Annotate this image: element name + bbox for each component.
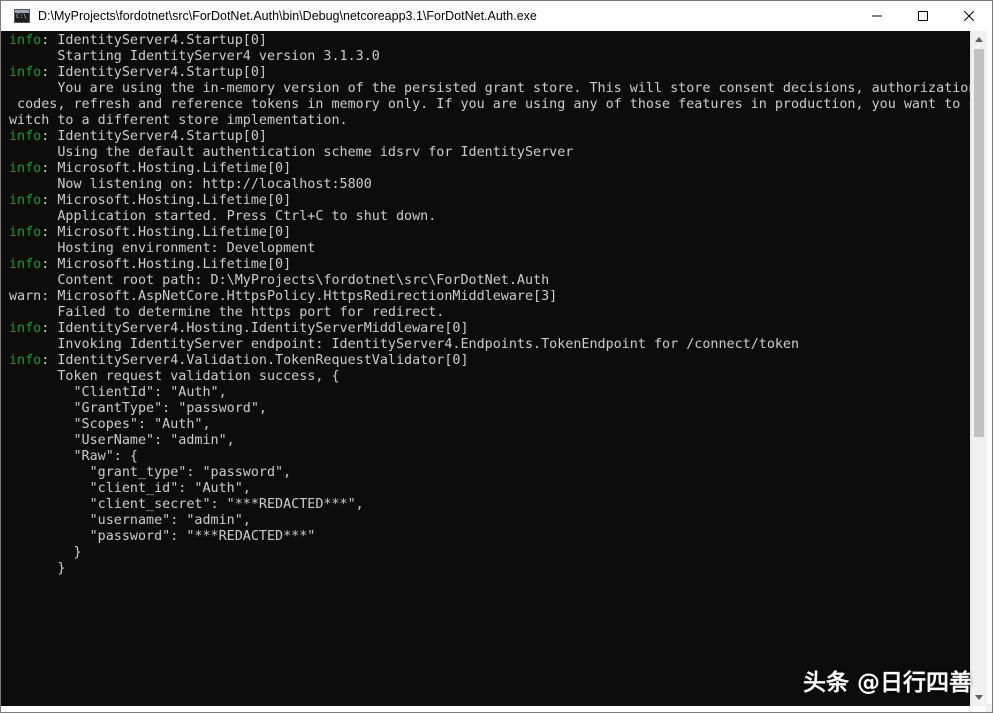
- log-message: "client_secret": "***REDACTED***",: [9, 497, 364, 512]
- log-message: }: [9, 561, 66, 576]
- scroll-up-button[interactable]: [971, 31, 987, 48]
- log-message: : IdentityServer4.Startup[0]: [41, 33, 267, 48]
- log-message: witch to a different store implementatio…: [9, 113, 348, 128]
- title-bar[interactable]: D:\MyProjects\fordotnet\src\ForDotNet.Au…: [1, 1, 992, 31]
- log-message: You are using the in-memory version of t…: [9, 81, 970, 96]
- console-line: Content root path: D:\MyProjects\fordotn…: [9, 273, 970, 289]
- window-title: D:\MyProjects\fordotnet\src\ForDotNet.Au…: [38, 9, 537, 23]
- console-output[interactable]: info: IdentityServer4.Startup[0] Startin…: [1, 31, 970, 706]
- log-message: Invoking IdentityServer endpoint: Identi…: [9, 337, 800, 352]
- console-line: info: Microsoft.Hosting.Lifetime[0]: [9, 193, 970, 209]
- close-button[interactable]: [946, 1, 992, 31]
- log-message: Application started. Press Ctrl+C to shu…: [9, 209, 437, 224]
- console-line: info: Microsoft.Hosting.Lifetime[0]: [9, 257, 970, 273]
- log-message: "client_id": "Auth",: [9, 481, 251, 496]
- log-message: Hosting environment: Development: [9, 241, 316, 256]
- console-line: codes, refresh and reference tokens in m…: [9, 97, 970, 113]
- console-line: info: IdentityServer4.Startup[0]: [9, 33, 970, 49]
- console-line: Hosting environment: Development: [9, 241, 970, 257]
- resize-grip[interactable]: [985, 704, 992, 712]
- console-line: "Scopes": "Auth",: [9, 417, 970, 433]
- log-level-label: info: [9, 257, 42, 272]
- minimize-button[interactable]: [854, 1, 900, 31]
- log-message: "Scopes": "Auth",: [9, 417, 211, 432]
- console-line: info: IdentityServer4.Hosting.IdentitySe…: [9, 321, 970, 337]
- log-level-label: info: [9, 161, 42, 176]
- console-line: info: Microsoft.Hosting.Lifetime[0]: [9, 225, 970, 241]
- chevron-down-icon: [975, 695, 983, 700]
- log-message: : IdentityServer4.Validation.TokenReques…: [41, 353, 469, 368]
- log-level-label: info: [9, 353, 42, 368]
- log-message: Failed to determine the https port for r…: [9, 305, 445, 320]
- console-line: "Raw": {: [9, 449, 970, 465]
- log-message: "password": "***REDACTED***": [9, 529, 316, 544]
- console-line: "password": "***REDACTED***": [9, 529, 970, 545]
- log-message: Now listening on: http://localhost:5800: [9, 177, 372, 192]
- console-line: warn: Microsoft.AspNetCore.HttpsPolicy.H…: [9, 289, 970, 305]
- close-icon: [964, 11, 974, 21]
- log-message: "UserName": "admin",: [9, 433, 235, 448]
- log-message: : Microsoft.Hosting.Lifetime[0]: [41, 257, 292, 272]
- log-level-label: info: [9, 321, 42, 336]
- console-line: "GrantType": "password",: [9, 401, 970, 417]
- log-message: codes, refresh and reference tokens in m…: [9, 97, 970, 112]
- console-line: "ClientId": "Auth",: [9, 385, 970, 401]
- console-line: Invoking IdentityServer endpoint: Identi…: [9, 337, 970, 353]
- console-line: "client_secret": "***REDACTED***",: [9, 497, 970, 513]
- console-lines: info: IdentityServer4.Startup[0] Startin…: [9, 33, 970, 577]
- log-level-label: info: [9, 193, 42, 208]
- console-line: "client_id": "Auth",: [9, 481, 970, 497]
- log-message: : Microsoft.Hosting.Lifetime[0]: [41, 193, 292, 208]
- log-message: "GrantType": "password",: [9, 401, 267, 416]
- log-level-label: info: [9, 129, 42, 144]
- log-message: : IdentityServer4.Startup[0]: [41, 129, 267, 144]
- log-message: Starting IdentityServer4 version 3.1.3.0: [9, 49, 380, 64]
- console-line: }: [9, 561, 970, 577]
- minimize-icon: [872, 15, 882, 17]
- log-level-label: info: [9, 225, 42, 240]
- log-message: : Microsoft.Hosting.Lifetime[0]: [41, 225, 292, 240]
- log-message: "ClientId": "Auth",: [9, 385, 227, 400]
- log-message: : IdentityServer4.Hosting.IdentityServer…: [41, 321, 469, 336]
- log-message: Using the default authentication scheme …: [9, 145, 574, 160]
- log-message: : IdentityServer4.Startup[0]: [41, 65, 267, 80]
- log-level-label: warn: [9, 289, 42, 304]
- console-line: "username": "admin",: [9, 513, 970, 529]
- log-message: : Microsoft.Hosting.Lifetime[0]: [41, 161, 292, 176]
- maximize-button[interactable]: [900, 1, 946, 31]
- console-line: info: IdentityServer4.Validation.TokenRe…: [9, 353, 970, 369]
- console-line: Using the default authentication scheme …: [9, 145, 970, 161]
- log-message: Content root path: D:\MyProjects\fordotn…: [9, 273, 550, 288]
- console-line: You are using the in-memory version of t…: [9, 81, 970, 97]
- console-line: Failed to determine the https port for r…: [9, 305, 970, 321]
- console-line: "grant_type": "password",: [9, 465, 970, 481]
- console-line: "UserName": "admin",: [9, 433, 970, 449]
- console-window: D:\MyProjects\fordotnet\src\ForDotNet.Au…: [0, 0, 993, 713]
- console-line: info: IdentityServer4.Startup[0]: [9, 65, 970, 81]
- console-line: Now listening on: http://localhost:5800: [9, 177, 970, 193]
- scroll-thumb[interactable]: [974, 49, 984, 437]
- chevron-up-icon: [975, 37, 983, 42]
- log-message: }: [9, 545, 82, 560]
- console-line: info: IdentityServer4.Startup[0]: [9, 129, 970, 145]
- log-level-label: info: [9, 33, 42, 48]
- console-app-icon[interactable]: [14, 9, 30, 23]
- caption-buttons: [854, 1, 992, 31]
- console-line: Starting IdentityServer4 version 3.1.3.0: [9, 49, 970, 65]
- vertical-scrollbar[interactable]: [970, 31, 987, 706]
- console-line: info: Microsoft.Hosting.Lifetime[0]: [9, 161, 970, 177]
- console-line: witch to a different store implementatio…: [9, 113, 970, 129]
- console-line: Application started. Press Ctrl+C to shu…: [9, 209, 970, 225]
- log-message: : Microsoft.AspNetCore.HttpsPolicy.Https…: [41, 289, 558, 304]
- console-line: Token request validation success, {: [9, 369, 970, 385]
- log-message: Token request validation success, {: [9, 369, 340, 384]
- console-line: }: [9, 545, 970, 561]
- maximize-icon: [918, 11, 928, 21]
- log-message: "username": "admin",: [9, 513, 251, 528]
- log-message: "grant_type": "password",: [9, 465, 292, 480]
- watermark-text: 头条 @日行四善: [802, 670, 972, 696]
- log-message: "Raw": {: [9, 449, 138, 464]
- log-level-label: info: [9, 65, 42, 80]
